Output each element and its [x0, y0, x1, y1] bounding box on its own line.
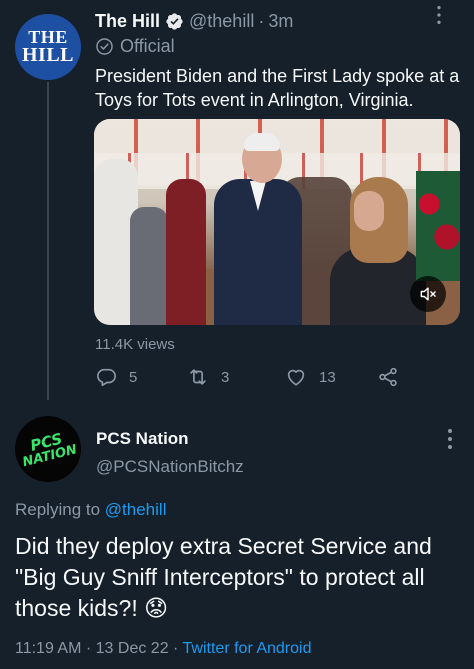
verified-badge-icon	[166, 13, 183, 30]
pcs-nation-avatar[interactable]: PCS NATION	[7, 408, 89, 490]
share-icon	[379, 367, 397, 387]
video-man-in-suit	[206, 133, 306, 325]
replying-to-handle-link[interactable]: @thehill	[105, 500, 167, 519]
parent-timestamp[interactable]: 3m	[268, 11, 293, 32]
parent-more-options-icon[interactable]	[428, 4, 450, 32]
parent-tweet-header: The Hill @thehill · 3m	[95, 11, 293, 32]
meta-separator: ·	[173, 640, 179, 657]
parent-handle[interactable]: @thehill	[189, 11, 254, 32]
header-separator: ·	[258, 11, 265, 31]
official-check-icon	[96, 38, 113, 55]
retweet-icon	[190, 369, 206, 385]
thread-connector-line	[47, 82, 49, 400]
video-poinsettias	[416, 171, 460, 281]
replying-to-prefix: Replying to	[15, 500, 101, 519]
client-link[interactable]: Twitter for Android	[183, 640, 312, 657]
replying-to-line: Replying to @thehill	[15, 500, 166, 520]
reply-date[interactable]: 13 Dec 22	[96, 640, 169, 657]
parent-tweet-text: President Biden and the First Lady spoke…	[95, 66, 460, 110]
reply-bubble-icon	[97, 368, 116, 387]
retweet-button[interactable]: 3	[187, 366, 229, 388]
reply-count: 5	[129, 368, 138, 386]
reply-display-name[interactable]: PCS Nation	[96, 429, 189, 449]
reply-time[interactable]: 11:19 AM	[15, 640, 81, 657]
parent-action-bar: 5 3 13	[95, 366, 415, 392]
view-count: 11.4K views	[95, 336, 175, 353]
the-hill-avatar[interactable]: THE HILL	[15, 14, 81, 80]
volume-muted-icon	[420, 287, 436, 301]
parent-display-name[interactable]: The Hill	[95, 11, 160, 32]
official-affiliation: Official	[95, 36, 175, 57]
meta-separator: ·	[85, 640, 92, 657]
video-man-red-shirt	[166, 179, 206, 325]
tweet-video-player[interactable]	[94, 119, 460, 325]
reply-handle[interactable]: @PCSNationBitchz	[96, 457, 244, 477]
mute-button[interactable]	[410, 276, 446, 312]
reply-more-options-icon[interactable]	[447, 428, 453, 450]
video-child	[130, 207, 168, 325]
retweet-count: 3	[221, 368, 230, 386]
share-button[interactable]	[377, 366, 411, 388]
official-label: Official	[120, 36, 175, 56]
avatar-text-line-2: HILL	[21, 44, 75, 67]
reply-metadata: 11:19 AM · 13 Dec 22 · Twitter for Andro…	[15, 640, 311, 658]
like-count: 13	[319, 368, 336, 386]
heart-icon	[287, 369, 305, 386]
reply-button[interactable]: 5	[95, 366, 137, 388]
reply-tweet-text: Did they deploy extra Secret Service and…	[15, 533, 432, 621]
like-button[interactable]: 13	[285, 366, 336, 388]
